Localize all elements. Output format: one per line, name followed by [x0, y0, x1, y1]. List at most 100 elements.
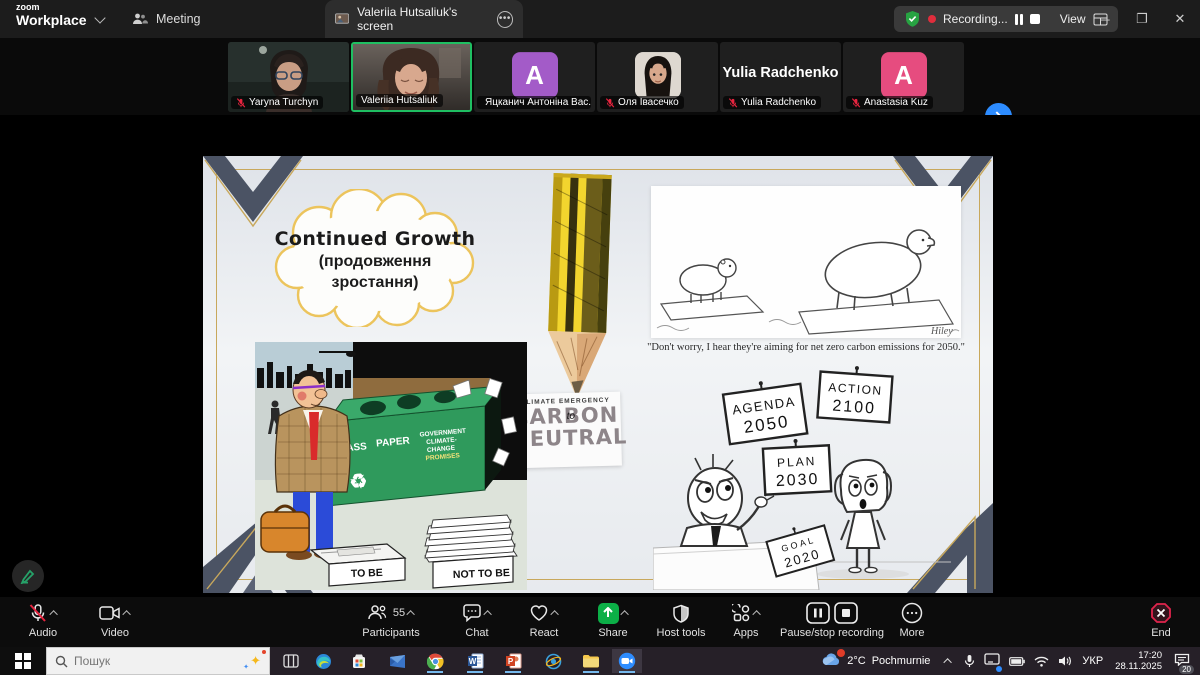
host-tools-button[interactable]: Host tools [648, 602, 714, 639]
end-button[interactable]: End [1138, 602, 1184, 639]
slide-title: Continued Growth [275, 228, 476, 250]
tray-cast-icon[interactable] [984, 652, 1000, 670]
tab-meeting[interactable]: Meeting [132, 0, 200, 38]
stop-recording-icon[interactable] [1030, 14, 1040, 24]
shared-screen-area: Continued Growth (продовження зростання) [0, 115, 1200, 597]
participant-tile-anastasia[interactable]: A Anastasia Kuz [843, 42, 964, 112]
cartoon-signature: Hiley [930, 326, 953, 337]
shield-icon [672, 604, 690, 623]
share-button[interactable]: Share [586, 602, 640, 639]
file-explorer-icon[interactable] [576, 649, 606, 673]
microsoft-store-icon[interactable] [344, 649, 374, 673]
cloud-text: Continued Growth (продовження зростання) [271, 189, 479, 327]
taskbar-clock[interactable]: 17:20 28.11.2025 [1115, 650, 1162, 673]
security-shield-icon[interactable] [904, 10, 921, 28]
annotation-button[interactable] [12, 560, 44, 592]
word-icon[interactable]: W [460, 649, 490, 673]
video-menu-chevron[interactable] [122, 610, 130, 618]
wifi-icon[interactable] [1034, 656, 1049, 667]
participant-tile-valeriia-active[interactable]: Valeriia Hutsaliuk [351, 42, 472, 112]
notification-center-button[interactable]: 20 [1174, 652, 1190, 671]
apps-button[interactable]: Apps [720, 602, 772, 639]
participants-button[interactable]: 55 Participants [350, 602, 432, 639]
participant-tile-yaryna[interactable]: Yaryna Turchyn [228, 42, 349, 112]
tab-options-icon[interactable]: ••• [497, 11, 513, 28]
copilot-sparkle-icon[interactable]: ✦✦ [250, 653, 261, 669]
tab-shared-screen[interactable]: Valeriia Hutsaliuk's screen ••• [325, 0, 523, 38]
windows-logo-icon [15, 653, 31, 669]
tray-overflow-chevron[interactable] [944, 658, 952, 666]
more-ellipsis-icon [901, 602, 923, 624]
share-menu-chevron[interactable] [620, 610, 628, 618]
minimize-button[interactable]: ─ [1088, 0, 1122, 38]
audio-button[interactable]: Audio [16, 602, 70, 639]
edge-browser-icon[interactable] [308, 649, 338, 673]
search-icon [55, 655, 68, 668]
recording-label: Recording... [943, 12, 1008, 26]
pause-icon [806, 602, 830, 624]
polar-bear-sketch: Hiley [651, 186, 961, 338]
internet-explorer-icon[interactable] [538, 649, 568, 673]
more-button[interactable]: More [888, 602, 936, 639]
zoom-meeting-window: zoom Workplace Meeting Valeriia Hutsaliu… [0, 0, 1200, 675]
pencil-icon [20, 568, 36, 584]
system-tray: 2°C Pochmurnie УКР 17:20 28.11.2025 20 [822, 647, 1200, 675]
taskbar-search[interactable]: ✦✦ [46, 647, 270, 675]
screen-share-icon [335, 13, 349, 26]
weather-icon[interactable] [822, 652, 842, 671]
presentation-slide: Continued Growth (продовження зростання) [203, 156, 993, 593]
task-view-button[interactable] [276, 649, 306, 673]
participant-tile-yatskanych[interactable]: A Яцканич Антоніна Вас... [474, 42, 595, 112]
participants-menu-chevron[interactable] [406, 610, 414, 618]
start-button[interactable] [0, 647, 46, 675]
apps-menu-chevron[interactable] [752, 610, 760, 618]
mail-icon[interactable] [382, 649, 412, 673]
sign-action-2100: ACTION 2100 [817, 364, 893, 423]
close-button[interactable]: ✕ [1163, 0, 1197, 38]
windows-taskbar: ✦✦ W P [0, 647, 1200, 675]
weather-description[interactable]: Pochmurnie [872, 655, 931, 667]
view-button[interactable]: View [1060, 12, 1086, 26]
meeting-toolbar: Audio Video 55 [0, 597, 1200, 647]
pause-stop-recording-button[interactable]: Pause/stop recording [768, 602, 896, 639]
powerpoint-icon[interactable]: P [498, 649, 528, 673]
share-screen-icon [598, 603, 619, 624]
svg-text:W: W [468, 657, 476, 666]
language-indicator[interactable]: УКР [1082, 655, 1103, 667]
mic-muted-icon [236, 98, 246, 108]
chat-button[interactable]: Chat [450, 602, 504, 639]
stop-icon [834, 602, 858, 624]
pause-recording-icon[interactable] [1015, 14, 1023, 25]
recording-pill: Recording... View [894, 6, 1118, 32]
zoom-app-icon[interactable] [612, 649, 642, 673]
chrome-icon[interactable] [420, 649, 450, 673]
mic-muted-icon [851, 98, 861, 108]
react-button[interactable]: React [516, 602, 572, 639]
sign-agenda-2050: AGENDA 2050 [722, 376, 807, 444]
battery-icon[interactable] [1009, 657, 1025, 666]
chat-menu-chevron[interactable] [483, 610, 491, 618]
speaker-icon[interactable] [1058, 655, 1072, 667]
participant-tile-yulia[interactable]: Yulia Radchenko Yulia Radchenko [720, 42, 841, 112]
mic-muted-icon [28, 603, 48, 623]
notification-count-badge: 20 [1179, 665, 1194, 674]
photo-avatar [635, 52, 681, 98]
participants-icon [367, 604, 387, 622]
workspace-chevron-icon[interactable] [94, 12, 105, 23]
weather-temperature[interactable]: 2°C [847, 655, 865, 667]
video-button[interactable]: Video [88, 602, 142, 639]
participant-name-label: Яцканич Антоніна Вас... [477, 96, 591, 109]
chat-icon [462, 604, 482, 622]
tray-mic-icon[interactable] [964, 654, 975, 668]
participant-name-label: Yulia Radchenko [723, 96, 821, 109]
polar-bear-cartoon: Hiley [651, 186, 961, 338]
people-icon [132, 12, 148, 26]
participant-name-label: Anastasia Kuz [846, 96, 933, 109]
restore-button[interactable]: ❐ [1125, 0, 1159, 38]
search-input[interactable] [74, 654, 194, 668]
audio-menu-chevron[interactable] [49, 610, 57, 618]
apps-icon [732, 604, 751, 623]
react-menu-chevron[interactable] [550, 610, 558, 618]
participant-tile-olya[interactable]: Оля Івасечко [597, 42, 718, 112]
logo-zoom-text: zoom [16, 3, 87, 12]
